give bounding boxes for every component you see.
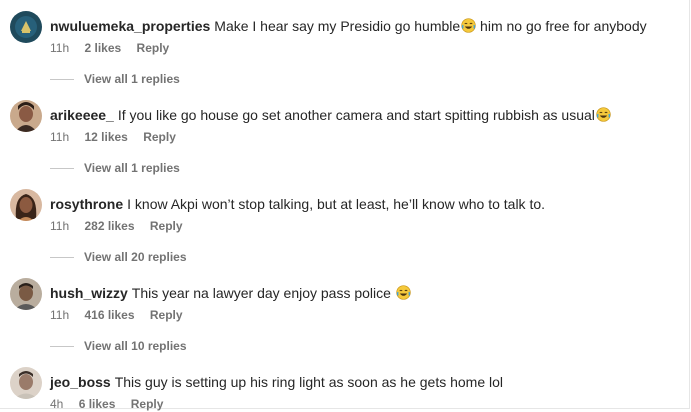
avatar[interactable] bbox=[10, 189, 42, 221]
avatar[interactable] bbox=[10, 278, 42, 310]
comment-username[interactable]: rosythrone bbox=[50, 196, 123, 212]
like-count[interactable]: 2 likes bbox=[84, 41, 121, 55]
comment-line: rosythrone I know Akpi won’t stop talking… bbox=[50, 195, 680, 213]
comment-line: arikeeee_ If you like go house go set ano… bbox=[50, 106, 680, 124]
view-replies-label: View all 1 replies bbox=[84, 161, 180, 175]
comment-username[interactable]: nwuluemeka_properties bbox=[50, 18, 210, 34]
view-replies-button[interactable]: View all 1 replies bbox=[50, 161, 180, 175]
comment-line: jeo_boss This guy is setting up his ring … bbox=[50, 373, 680, 391]
comment-time[interactable]: 11h bbox=[50, 130, 69, 144]
comment-text: If you like go house go set another came… bbox=[117, 107, 595, 123]
comment-username[interactable]: jeo_boss bbox=[50, 374, 111, 390]
comment-time[interactable]: 4h bbox=[50, 397, 63, 411]
view-replies-label: View all 20 replies bbox=[84, 250, 187, 264]
face-with-tears-of-joy-icon bbox=[396, 285, 411, 300]
like-count[interactable]: 12 likes bbox=[84, 130, 127, 144]
avatar[interactable] bbox=[10, 100, 42, 132]
reply-button[interactable]: Reply bbox=[137, 41, 170, 55]
replies-divider bbox=[50, 78, 74, 80]
comment-username[interactable]: arikeeee_ bbox=[50, 107, 114, 123]
reply-button[interactable]: Reply bbox=[131, 397, 164, 411]
like-count[interactable]: 6 likes bbox=[79, 397, 116, 411]
comment-line: hush_wizzy This year na lawyer day enjoy … bbox=[50, 284, 680, 302]
comment-text: Make I hear say my Presidio go humble bbox=[214, 18, 461, 34]
comment-line: nwuluemeka_properties Make I hear say my … bbox=[50, 17, 680, 35]
comment-text-continued: him no go free for anybody bbox=[476, 18, 647, 34]
comment-time[interactable]: 11h bbox=[50, 41, 69, 55]
avatar-image bbox=[10, 189, 42, 221]
replies-divider bbox=[50, 256, 74, 258]
view-replies-button[interactable]: View all 10 replies bbox=[50, 339, 187, 353]
avatar[interactable] bbox=[10, 367, 42, 399]
like-count[interactable]: 416 likes bbox=[84, 308, 134, 322]
avatar-image bbox=[10, 367, 42, 399]
comment-text: This year na lawyer day enjoy pass polic… bbox=[131, 285, 395, 301]
replies-divider bbox=[50, 167, 74, 169]
comment-meta: 11h 2 likes Reply bbox=[50, 40, 680, 56]
avatar-image bbox=[10, 11, 42, 43]
replies-divider bbox=[50, 345, 74, 347]
comment-meta: 11h 282 likes Reply bbox=[50, 218, 680, 234]
like-count[interactable]: 282 likes bbox=[84, 219, 134, 233]
avatar-image bbox=[10, 278, 42, 310]
comment-meta: 11h 416 likes Reply bbox=[50, 307, 680, 323]
view-replies-label: View all 10 replies bbox=[84, 339, 187, 353]
comment-text: This guy is setting up his ring light as… bbox=[114, 374, 504, 390]
comment-username[interactable]: hush_wizzy bbox=[50, 285, 128, 301]
reply-button[interactable]: Reply bbox=[150, 308, 183, 322]
face-with-tears-of-joy-icon bbox=[596, 107, 611, 122]
reply-button[interactable]: Reply bbox=[150, 219, 183, 233]
view-replies-button[interactable]: View all 1 replies bbox=[50, 72, 180, 86]
comment-text: I know Akpi won’t stop talking, but at l… bbox=[127, 196, 546, 212]
avatar-image bbox=[10, 100, 42, 132]
comment-time[interactable]: 11h bbox=[50, 308, 69, 322]
comment-meta: 11h 12 likes Reply bbox=[50, 129, 680, 145]
view-replies-button[interactable]: View all 20 replies bbox=[50, 250, 187, 264]
reply-button[interactable]: Reply bbox=[143, 130, 176, 144]
comment-time[interactable]: 11h bbox=[50, 219, 69, 233]
face-with-tears-of-joy-icon bbox=[461, 18, 476, 33]
avatar[interactable] bbox=[10, 11, 42, 43]
view-replies-label: View all 1 replies bbox=[84, 72, 180, 86]
